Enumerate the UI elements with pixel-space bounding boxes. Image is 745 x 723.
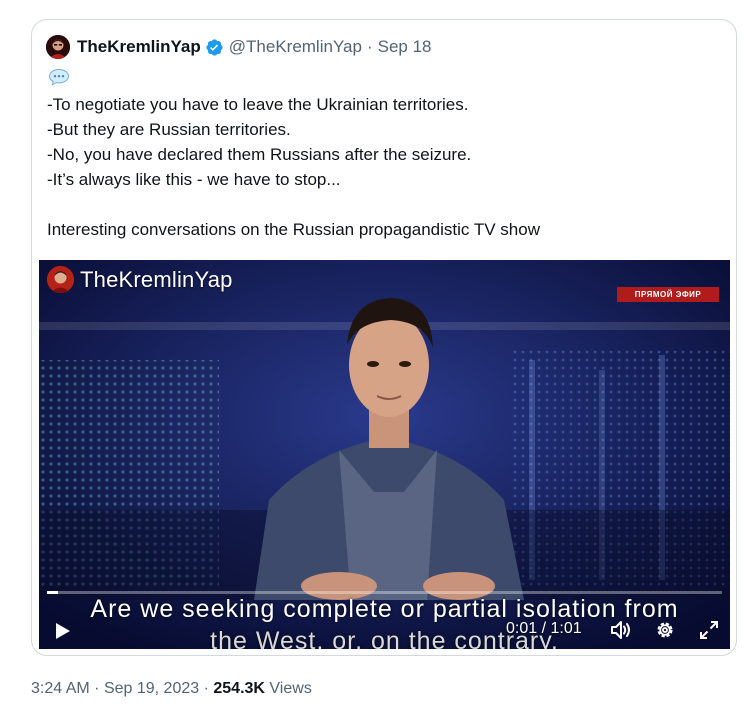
watermark-logo <box>47 266 74 293</box>
video-watermark: TheKremlinYap <box>47 266 233 293</box>
fullscreen-button[interactable] <box>695 616 723 644</box>
video-time-display: 0:01 / 1:01 <box>506 620 582 637</box>
tweet-line: -To negotiate you have to leave the Ukra… <box>47 95 469 114</box>
settings-button[interactable] <box>651 616 679 644</box>
video-player[interactable]: TheKremlinYap ПРЯМОЙ ЭФИР Are we seeking… <box>39 260 730 649</box>
tweet-line: -It’s always like this - we have to stop… <box>47 170 341 189</box>
video-progress-bar[interactable] <box>47 591 722 594</box>
volume-icon <box>611 621 630 639</box>
live-broadcast-badge: ПРЯМОЙ ЭФИР <box>617 287 719 302</box>
views-label: Views <box>269 680 312 697</box>
volume-button[interactable] <box>607 616 635 644</box>
tweet-line: -But they are Russian territories. <box>47 120 291 139</box>
settings-gear-icon <box>657 622 673 638</box>
tweet-caption: Interesting conversations on the Russian… <box>47 220 540 239</box>
tweet-meta: 3:24 AM · Sep 19, 2023 · 254.3K Views <box>31 680 312 698</box>
meta-separator: · <box>94 680 100 697</box>
quoted-tweet-date[interactable]: Sep 18 <box>378 37 432 57</box>
author-handle[interactable]: @TheKremlinYap <box>229 37 362 57</box>
quoted-tweet-text: -To negotiate you have to leave the Ukra… <box>47 92 717 242</box>
verified-badge-icon <box>205 38 224 57</box>
author-display-name[interactable]: TheKremlinYap <box>77 37 201 57</box>
tweet-time[interactable]: 3:24 AM <box>31 680 90 697</box>
play-button[interactable] <box>49 618 75 644</box>
play-icon <box>56 623 70 639</box>
author-avatar[interactable] <box>46 35 70 59</box>
header-separator: · <box>366 37 373 56</box>
meta-separator: · <box>203 680 209 697</box>
tweet-line: -No, you have declared them Russians aft… <box>47 145 472 164</box>
tweet-date[interactable]: Sep 19, 2023 <box>104 680 199 697</box>
quoted-tweet-card[interactable]: TheKremlinYap @TheKremlinYap · Sep 18 -T… <box>31 19 737 656</box>
fullscreen-icon <box>700 621 718 639</box>
speech-balloon-icon <box>48 68 70 86</box>
watermark-text: TheKremlinYap <box>80 266 233 292</box>
quoted-tweet-header: TheKremlinYap @TheKremlinYap · Sep 18 <box>46 35 432 59</box>
views-count: 254.3K <box>213 680 265 697</box>
video-progress-fill <box>47 591 58 594</box>
